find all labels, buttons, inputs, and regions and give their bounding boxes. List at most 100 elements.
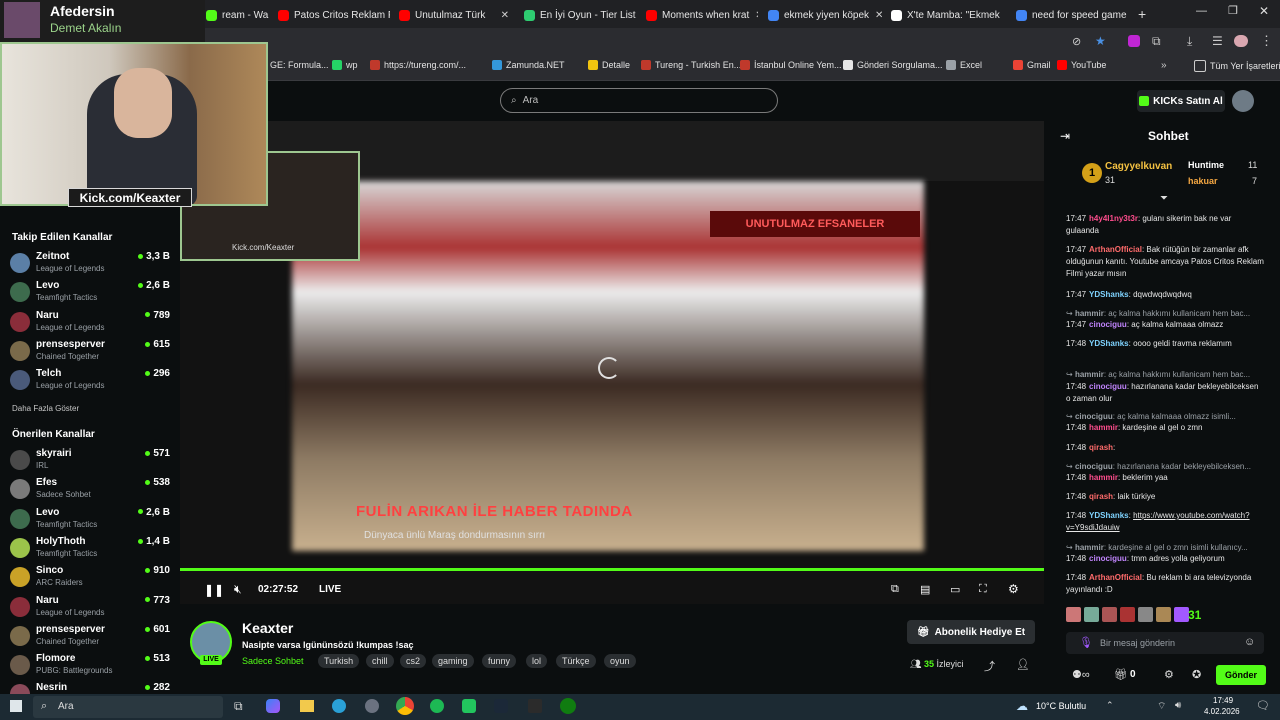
steam-icon[interactable] xyxy=(494,699,508,713)
clock-time[interactable]: 17:49 xyxy=(1213,696,1233,705)
close-tab-icon[interactable]: ✕ xyxy=(1000,10,1007,21)
chat-username[interactable]: cinociguu xyxy=(1089,554,1127,563)
epic-games-icon[interactable] xyxy=(528,699,542,713)
notifications-icon[interactable]: 🗨︎ xyxy=(1256,699,1270,712)
chat-username[interactable]: cinociguu xyxy=(1089,382,1127,391)
bookmark-link[interactable]: Gönderi Sorgulama... xyxy=(843,60,943,70)
bookmark-link[interactable]: İstanbul Online Yem... xyxy=(740,60,842,70)
sidebar-channel-item[interactable]: Efes Sadece Sohbet 538 xyxy=(10,477,170,505)
sidebar-channel-item[interactable]: Sinco ARC Raiders 910 xyxy=(10,565,170,593)
reading-list-icon[interactable]: ☰ xyxy=(1212,34,1223,48)
sidebar-channel-item[interactable]: Levo Teamfight Tactics 2,6 B xyxy=(10,280,170,308)
expand-leaderboard-icon[interactable]: ⏷ xyxy=(1160,193,1168,204)
chat-username[interactable]: ArthanOfficial xyxy=(1089,245,1142,254)
extension-icon[interactable] xyxy=(1128,35,1140,47)
chat-username[interactable]: YDShanks xyxy=(1089,339,1129,348)
chat-emote[interactable] xyxy=(1102,607,1117,622)
bookmark-star-icon[interactable]: ★ xyxy=(1095,34,1106,48)
menu-kebab-icon[interactable]: ⋮ xyxy=(1260,33,1273,49)
emoji-icon[interactable]: ☺ xyxy=(1244,636,1255,648)
chat-settings-icon[interactable]: ⚙ xyxy=(1164,668,1174,681)
chat-username[interactable]: h4y4l1ny3t3r xyxy=(1089,214,1138,223)
tray-chevron-icon[interactable]: ⌃ xyxy=(1106,700,1114,711)
stream-tag[interactable]: chill xyxy=(366,654,394,668)
browser-tab[interactable]: Moments when krat✕ xyxy=(640,4,758,26)
more-bookmarks-chevron-icon[interactable]: » xyxy=(1161,60,1167,71)
share-icon[interactable]: ⤴ xyxy=(984,658,995,674)
streamer-name[interactable]: Keaxter xyxy=(242,620,293,636)
browser-tab[interactable]: ream - Wa✕ xyxy=(200,4,270,26)
video-player[interactable]: UNUTULMAZ EFSANELER FULİN ARIKAN İLE HAB… xyxy=(180,121,1044,604)
top-gifter-name[interactable]: Cagyyelkuvan xyxy=(1105,161,1172,172)
search-input[interactable]: ⌕ Ara xyxy=(500,88,778,113)
chat-emote[interactable] xyxy=(1120,607,1135,622)
profile-icon[interactable] xyxy=(1234,35,1248,47)
stream-tag[interactable]: cs2 xyxy=(400,654,427,668)
chat-username[interactable]: hammir xyxy=(1075,370,1104,379)
chat-username[interactable]: cinociguu xyxy=(1089,320,1127,329)
bookmark-link[interactable]: Gmail xyxy=(1013,60,1051,70)
task-view-icon[interactable]: ⧉ xyxy=(234,699,243,714)
close-window-button[interactable]: ✕ xyxy=(1259,4,1269,18)
chat-message-input[interactable]: Bir mesaj gönderin xyxy=(1066,632,1264,654)
bookmark-link[interactable]: https://tureng.com/... xyxy=(370,60,466,70)
chat-username[interactable]: hammir xyxy=(1075,309,1104,318)
gift-points-icon[interactable]: 🎁︎ xyxy=(1114,668,1128,681)
clock-date[interactable]: 4.02.2026 xyxy=(1204,707,1240,716)
stream-tag[interactable]: lol xyxy=(526,654,548,668)
stream-tag[interactable]: Türkçe xyxy=(556,654,596,668)
sidebar-channel-item[interactable]: skyrairi IRL 571 xyxy=(10,448,170,476)
stream-tag[interactable]: gaming xyxy=(432,654,474,668)
pause-icon[interactable]: ❚❚ xyxy=(204,583,224,597)
collapse-chat-icon[interactable]: ⇥ xyxy=(1060,129,1070,143)
close-tab-icon[interactable]: ✕ xyxy=(495,10,509,21)
browser-tab[interactable]: En İyi Oyun - Tier List✕ xyxy=(518,4,636,26)
extensions-puzzle-icon[interactable]: ⧉ xyxy=(1152,34,1161,49)
minimize-button[interactable]: — xyxy=(1196,5,1207,17)
browser-tab[interactable]: X'te Mamba: "Ekmek✕ xyxy=(885,4,1007,26)
chat-emote[interactable] xyxy=(1138,607,1153,622)
chat-emote[interactable] xyxy=(1174,607,1189,622)
sidebar-channel-item[interactable]: prensesperver Chained Together 601 xyxy=(10,624,170,652)
copilot-icon[interactable] xyxy=(266,699,280,713)
chat-username[interactable]: qirash xyxy=(1089,492,1113,501)
stream-tag[interactable]: oyun xyxy=(604,654,636,668)
chat-emote[interactable] xyxy=(1084,607,1099,622)
chat-username[interactable]: YDShanks xyxy=(1089,290,1129,299)
close-tab-icon[interactable]: ✕ xyxy=(869,10,882,21)
pip-icon[interactable]: ⧉ xyxy=(891,583,899,596)
wifi-icon[interactable]: ⌔ xyxy=(1157,700,1166,713)
stream-tag[interactable]: Turkish xyxy=(318,654,360,668)
download-icon[interactable]: ⤓ xyxy=(1187,34,1192,49)
taskbar-search-input[interactable]: ⌕ Ara xyxy=(33,696,223,718)
microphone-icon[interactable]: 🎙︎ xyxy=(1079,636,1093,649)
browser-tab[interactable]: ekmek yiyen köpek ✕ xyxy=(762,4,882,26)
chat-username[interactable]: cinociguu xyxy=(1075,412,1113,421)
sidebar-channel-item[interactable]: Naru League of Legends 789 xyxy=(10,310,170,338)
close-tab-icon[interactable]: ✕ xyxy=(1127,10,1132,21)
chat-username[interactable]: cinociguu xyxy=(1075,462,1113,471)
spotify-icon[interactable] xyxy=(430,699,444,713)
send-button[interactable]: Gönder xyxy=(1216,665,1266,685)
chat-username[interactable]: ArthanOfficial xyxy=(1089,573,1142,582)
chat-username[interactable]: qirash xyxy=(1089,443,1113,452)
bookmark-link[interactable]: Excel xyxy=(946,60,982,70)
sidebar-channel-item[interactable]: Naru League of Legends 773 xyxy=(10,595,170,623)
gifter-3-name[interactable]: hakuar xyxy=(1188,176,1218,186)
close-tab-icon[interactable]: ✕ xyxy=(749,10,758,21)
theater-mode-icon[interactable]: ▭ xyxy=(950,583,960,596)
edge-icon[interactable] xyxy=(332,699,346,713)
chat-username[interactable]: hammir xyxy=(1075,543,1104,552)
sidebar-channel-item[interactable]: Levo Teamfight Tactics 2,6 B xyxy=(10,507,170,535)
chat-username[interactable]: hammir xyxy=(1089,473,1118,482)
chat-username[interactable]: hammir xyxy=(1089,423,1118,432)
sidebar-channel-item[interactable]: prensesperver Chained Together 615 xyxy=(10,339,170,367)
kicks-buy-button[interactable]: KICKs Satın Al xyxy=(1137,90,1225,112)
maximize-button[interactable]: ❐ xyxy=(1228,4,1238,17)
windows-start-icon[interactable] xyxy=(10,700,22,712)
mute-icon[interactable]: 🔇︎ xyxy=(234,582,242,597)
volume-icon[interactable]: 🔊︎ xyxy=(1175,700,1181,711)
chrome-icon[interactable] xyxy=(396,697,414,715)
bookmark-link[interactable]: Detalle xyxy=(588,60,630,70)
eye-off-icon[interactable]: ⊘ xyxy=(1072,35,1081,48)
